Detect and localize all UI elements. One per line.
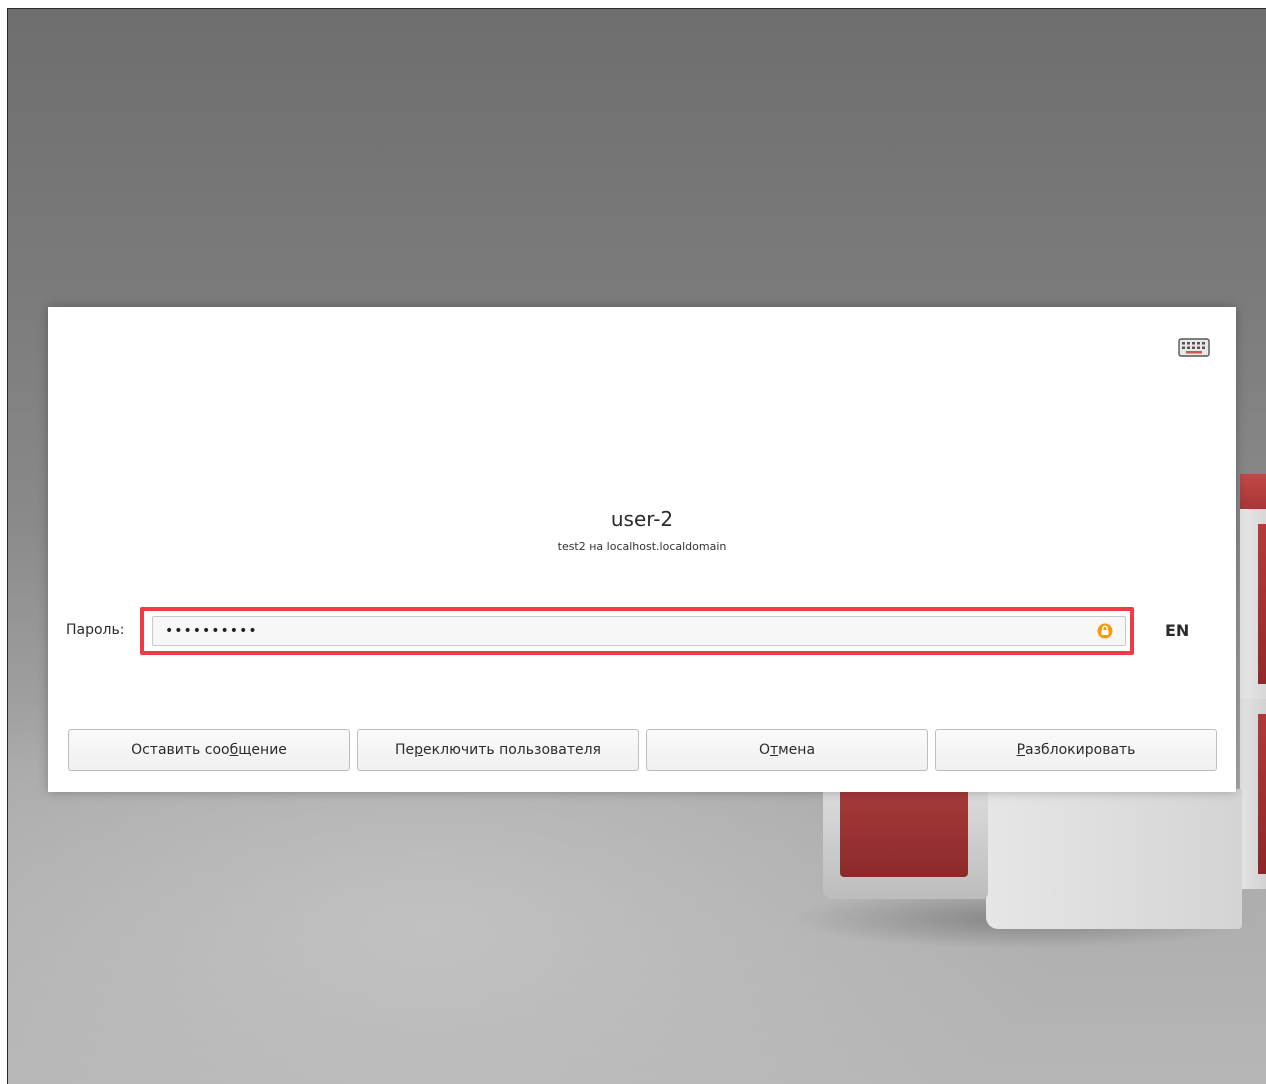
keyboard-icon[interactable] bbox=[1178, 337, 1210, 359]
button-label-part: щение bbox=[238, 742, 287, 758]
button-label-part: Оставить соо bbox=[131, 742, 230, 758]
unlock-button[interactable]: Разблокировать bbox=[935, 729, 1217, 771]
password-field[interactable] bbox=[152, 616, 1126, 646]
decorative-cube bbox=[840, 789, 968, 877]
user-name: user-2 bbox=[610, 507, 674, 531]
button-label-part: Пе bbox=[395, 742, 415, 758]
unlock-dialog: user-2 test2 на localhost.localdomain Па… bbox=[48, 307, 1236, 792]
button-label-part: азблокировать bbox=[1025, 742, 1136, 758]
decorative-cube bbox=[1258, 524, 1266, 684]
button-mnemonic: б bbox=[229, 742, 239, 758]
button-label-part: мена bbox=[778, 742, 816, 758]
keyboard-layout-indicator[interactable]: EN bbox=[1165, 621, 1189, 640]
leave-message-button[interactable]: Оставить соо б щение bbox=[68, 729, 350, 771]
button-mnemonic: р bbox=[414, 742, 424, 758]
caps-lock-warning-icon bbox=[1097, 623, 1113, 639]
decorative-cube bbox=[1240, 474, 1266, 514]
decorative-cube bbox=[986, 789, 1242, 929]
cancel-button[interactable]: От мена bbox=[646, 729, 928, 771]
button-mnemonic: Р bbox=[1016, 742, 1026, 758]
password-label: Пароль: bbox=[66, 622, 125, 638]
button-label-part: О bbox=[758, 742, 770, 758]
button-label-part: еключить пользователя bbox=[423, 742, 601, 758]
button-mnemonic: т bbox=[769, 742, 779, 758]
switch-user-button[interactable]: Пе р еключить пользователя bbox=[357, 729, 639, 771]
user-host: test2 на localhost.localdomain bbox=[557, 540, 727, 553]
decorative-cube bbox=[1258, 714, 1266, 874]
